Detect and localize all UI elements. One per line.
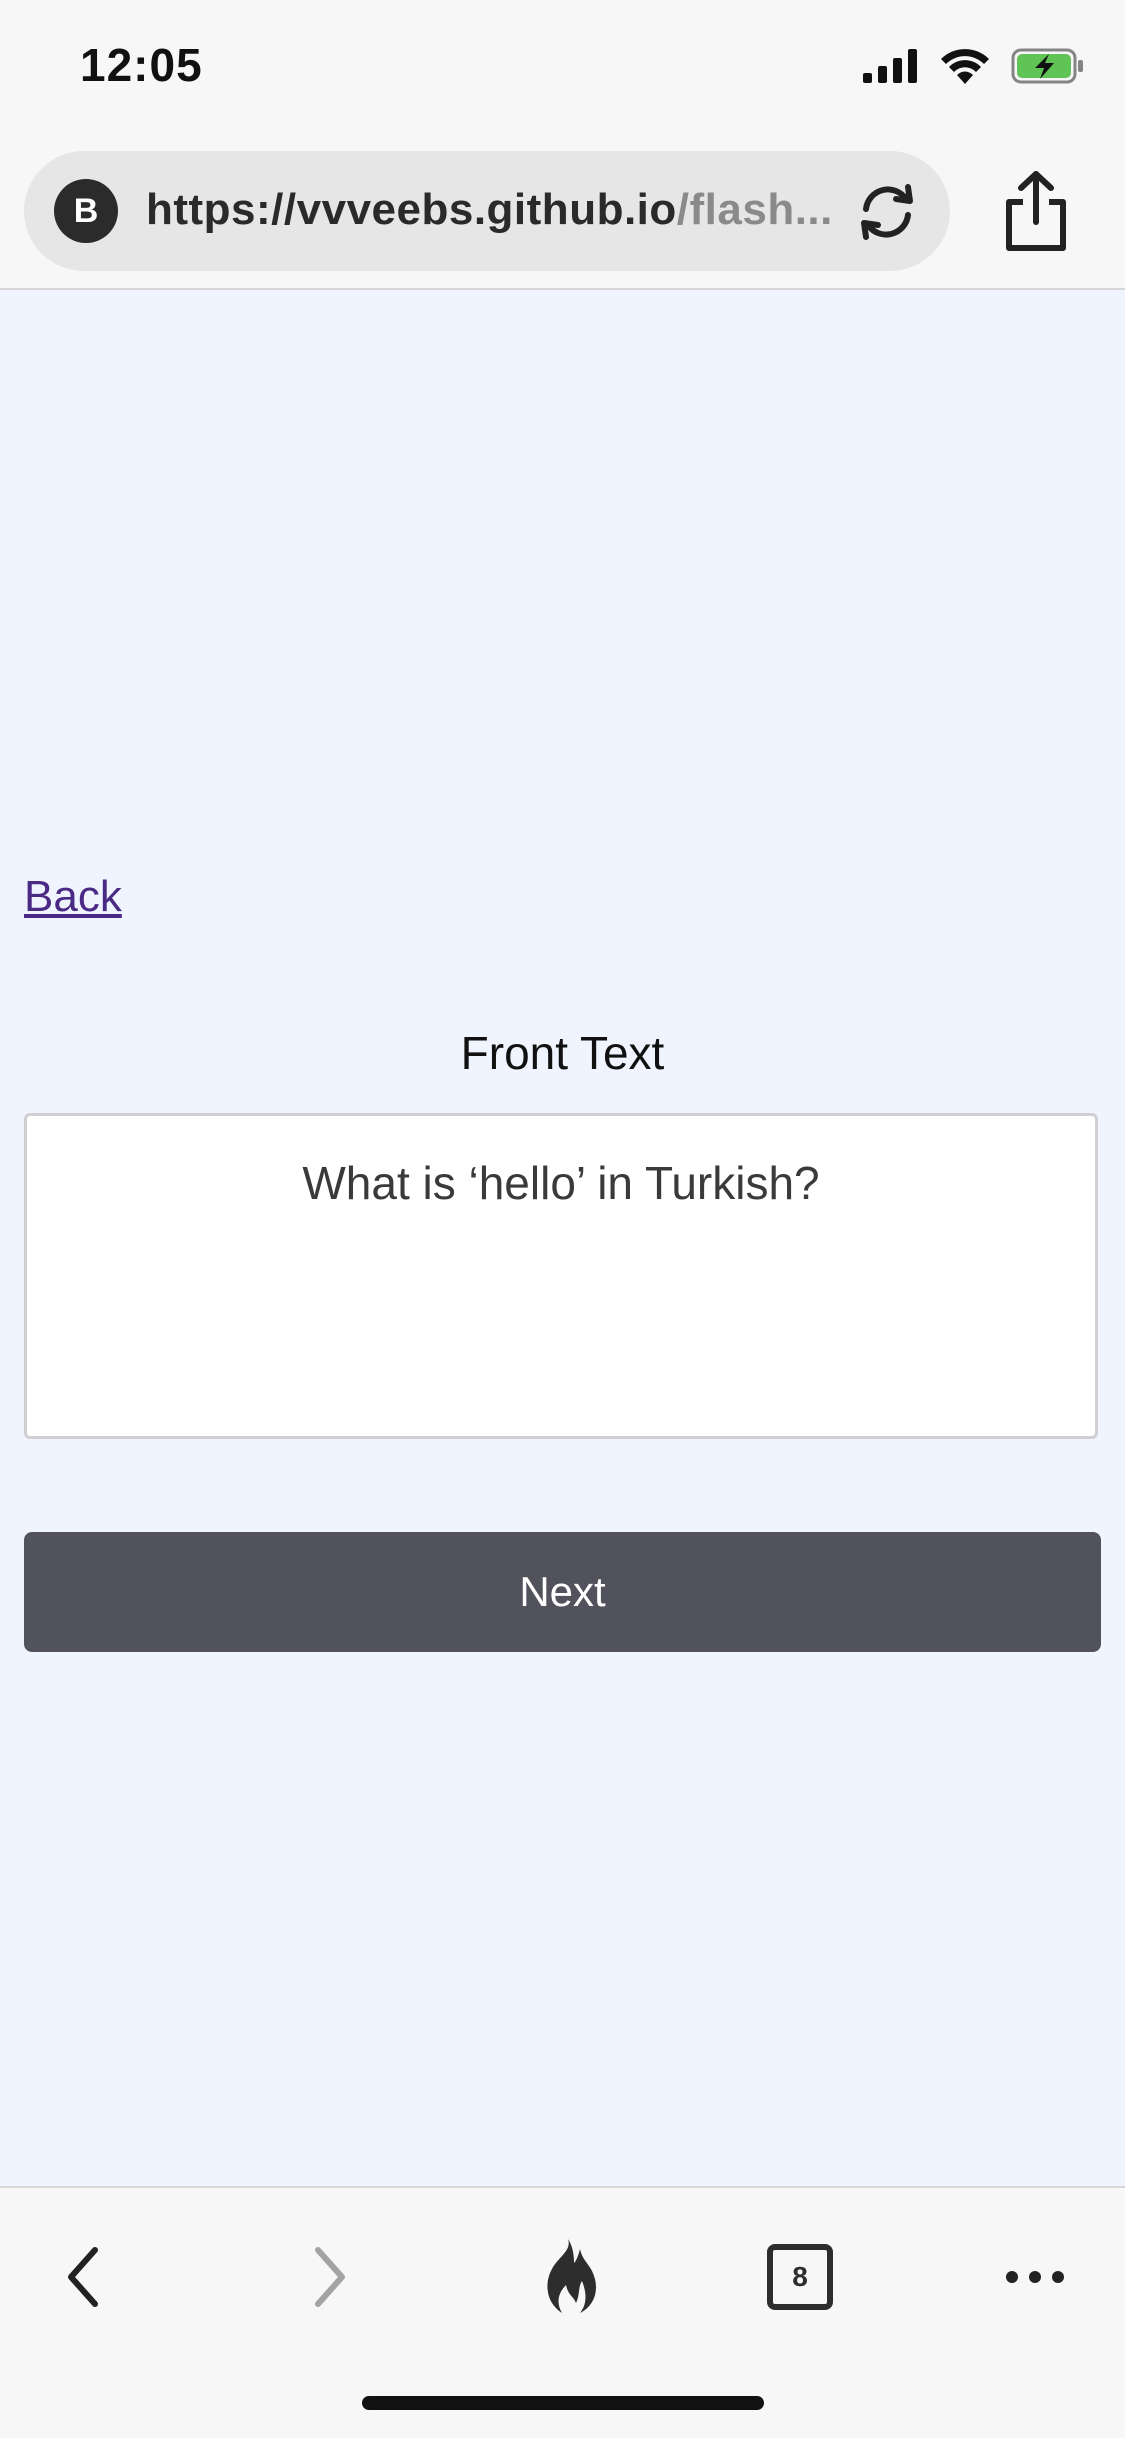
flame-icon — [547, 2239, 596, 2313]
nav-back-button[interactable] — [43, 2232, 123, 2322]
front-text-label: Front Text — [460, 1027, 665, 1079]
next-button[interactable]: Next — [24, 1532, 1101, 1652]
status-icons — [863, 48, 1085, 84]
more-icon — [1006, 2271, 1064, 2283]
url-text[interactable]: https://vvveebs.github.io/flash... — [146, 185, 856, 235]
tabs-icon: 8 — [767, 2244, 833, 2310]
front-text-field[interactable]: What is ‘hello’ in Turkish? — [24, 1113, 1098, 1439]
home-indicator — [362, 2396, 764, 2410]
status-time: 12:05 — [80, 39, 203, 91]
share-icon[interactable] — [1003, 170, 1069, 252]
url-main: https://vvveebs.github.io — [146, 185, 677, 234]
status-bar: 12:05 — [0, 0, 1125, 140]
site-favicon: B — [54, 179, 118, 243]
battery-charging-icon — [1011, 48, 1083, 84]
wifi-icon — [941, 49, 989, 84]
tabs-button[interactable]: 8 — [760, 2232, 840, 2322]
url-path: /flash... — [676, 185, 833, 234]
signal-icon — [863, 49, 917, 83]
browser-bar: B https://vvveebs.github.io/flash... — [0, 140, 1125, 290]
back-link[interactable]: Back — [24, 872, 122, 922]
address-bar[interactable]: B https://vvveebs.github.io/flash... — [24, 151, 950, 271]
back-icon — [68, 2247, 98, 2307]
forward-icon — [315, 2247, 345, 2307]
fire-button[interactable] — [530, 2232, 610, 2322]
front-text-value: What is ‘hello’ in Turkish? — [302, 1157, 820, 1209]
reload-icon[interactable] — [852, 177, 922, 247]
nav-forward-button[interactable] — [290, 2232, 370, 2322]
more-button[interactable] — [995, 2232, 1075, 2322]
